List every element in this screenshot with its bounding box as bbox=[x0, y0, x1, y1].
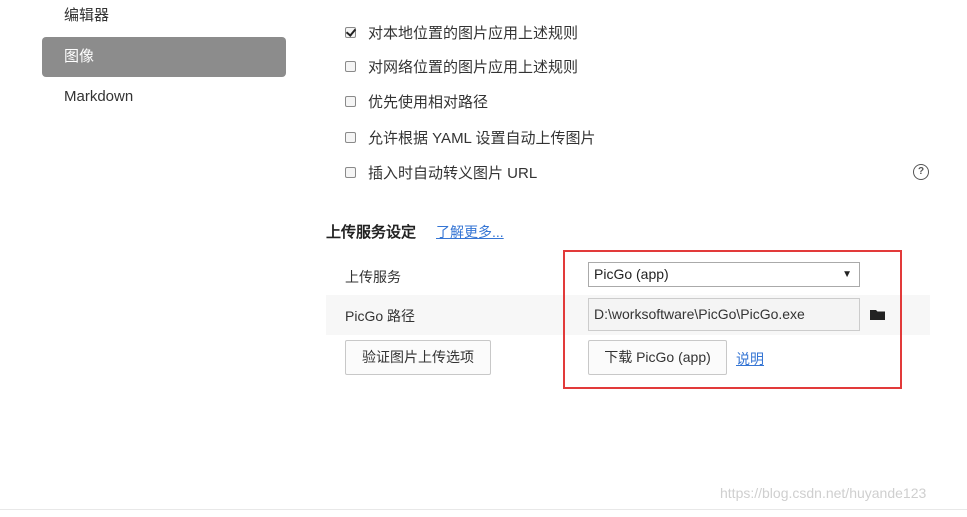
verify-upload-button[interactable]: 验证图片上传选项 bbox=[345, 340, 491, 375]
option-label: 优先使用相对路径 bbox=[368, 94, 489, 111]
learn-more-link[interactable]: 了解更多... bbox=[436, 222, 504, 242]
checkbox[interactable] bbox=[345, 60, 356, 72]
highlight-box bbox=[563, 250, 902, 389]
option-label: 对网络位置的图片应用上述规则 bbox=[368, 59, 579, 76]
sidebar-item-image[interactable]: 图像 bbox=[42, 37, 286, 77]
watermark: https://blog.csdn.net/huyande123 bbox=[720, 485, 927, 501]
sidebar-item-markdown[interactable]: Markdown bbox=[42, 77, 286, 117]
option-label: 对本地位置的图片应用上述规则 bbox=[368, 25, 579, 42]
checkbox[interactable] bbox=[345, 131, 356, 143]
section-title: 上传服务设定 bbox=[326, 224, 417, 241]
question-circle-icon[interactable]: ? bbox=[913, 164, 929, 180]
sidebar-item-editor[interactable]: 编辑器 bbox=[42, 0, 286, 36]
option-label: 插入时自动转义图片 URL bbox=[368, 165, 538, 182]
option-apply-network[interactable]: 对网络位置的图片应用上述规则 bbox=[345, 56, 578, 80]
divider bbox=[0, 509, 967, 510]
option-relative-path[interactable]: 优先使用相对路径 bbox=[345, 91, 488, 115]
checkbox[interactable] bbox=[345, 95, 356, 107]
picgo-path-label: PicGo 路径 bbox=[345, 308, 416, 324]
checkbox[interactable] bbox=[345, 166, 356, 178]
option-yaml-upload[interactable]: 允许根据 YAML 设置自动上传图片 bbox=[345, 127, 596, 151]
option-escape-url[interactable]: 插入时自动转义图片 URL bbox=[345, 162, 537, 186]
settings-sidebar: 编辑器 图像 Markdown bbox=[0, 0, 300, 517]
upload-service-label: 上传服务 bbox=[345, 269, 401, 285]
checkbox-checked[interactable] bbox=[345, 26, 356, 38]
option-label: 允许根据 YAML 设置自动上传图片 bbox=[368, 130, 596, 147]
option-apply-local[interactable]: 对本地位置的图片应用上述规则 bbox=[345, 22, 578, 46]
